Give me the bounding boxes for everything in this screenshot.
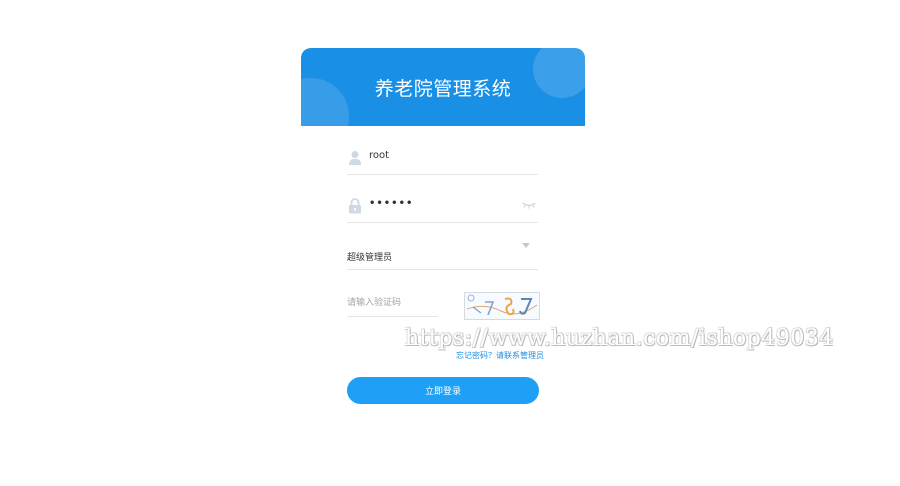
password-field[interactable]: ••••••: [347, 192, 538, 223]
role-select[interactable]: 超级管理员: [347, 240, 538, 270]
login-button[interactable]: 立即登录: [347, 377, 539, 404]
lock-icon: [349, 198, 361, 214]
captcha-graphic: [466, 294, 538, 316]
login-header: 养老院管理系统: [301, 48, 585, 126]
watermark-text: https://www.huzhan.com/ishop49034: [405, 326, 834, 351]
password-value[interactable]: ••••••: [369, 198, 413, 209]
captcha-field[interactable]: [347, 290, 438, 317]
captcha-image[interactable]: [464, 292, 540, 320]
username-value[interactable]: root: [369, 150, 389, 161]
forgot-password-link[interactable]: 忘记密码？请联系管理员: [456, 350, 544, 361]
eye-closed-icon[interactable]: [522, 200, 536, 210]
page-title: 养老院管理系统: [374, 78, 512, 100]
role-selected-value: 超级管理员: [347, 253, 393, 263]
username-field[interactable]: root: [347, 144, 538, 175]
user-icon: [349, 151, 361, 165]
chevron-down-icon[interactable]: [522, 243, 530, 248]
captcha-input[interactable]: [347, 294, 437, 312]
